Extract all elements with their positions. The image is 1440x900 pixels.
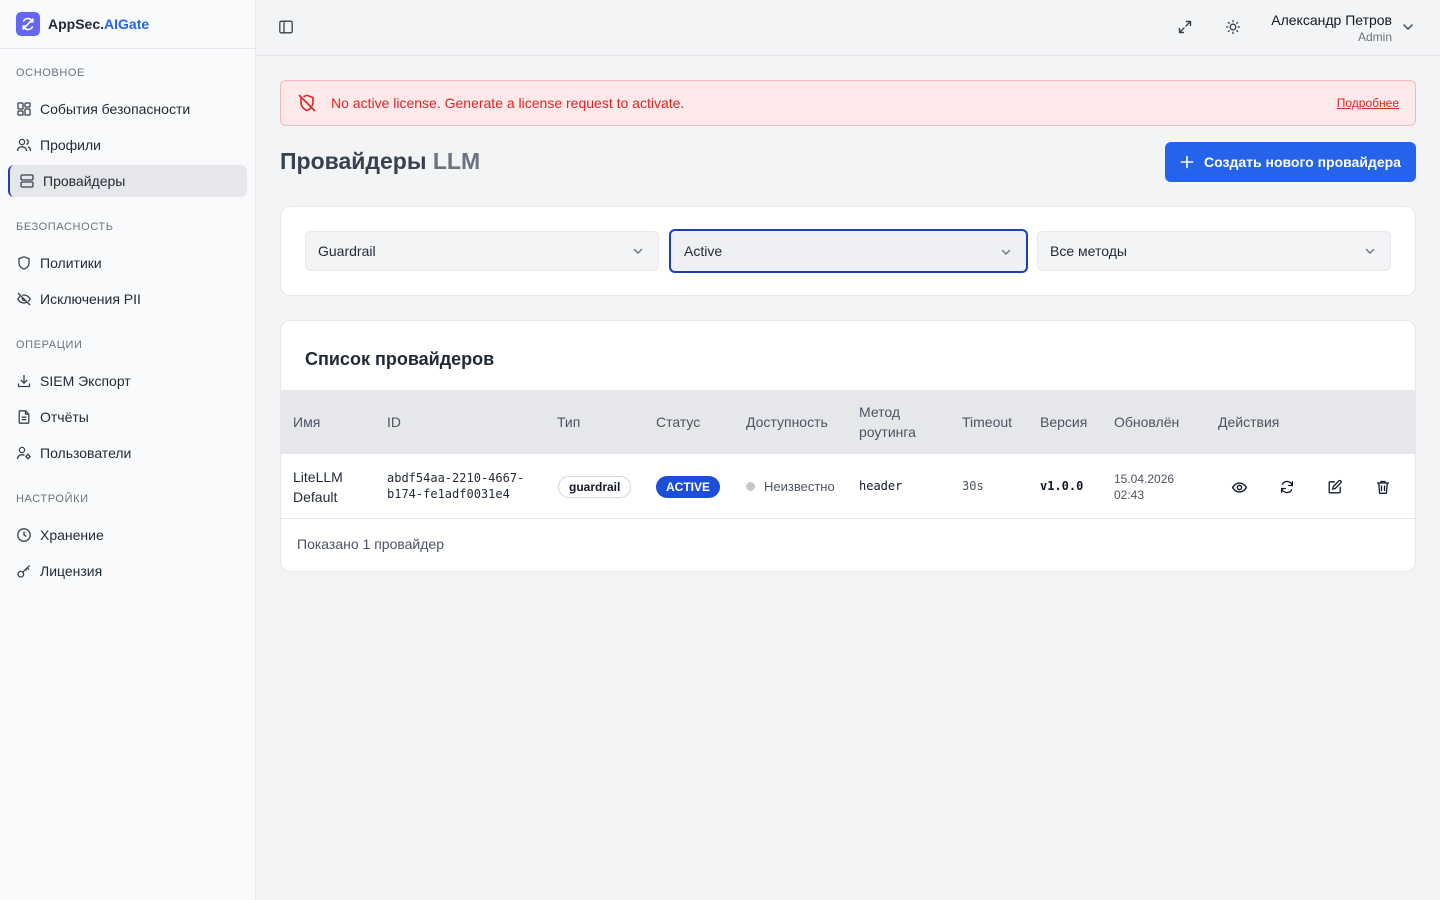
edit-icon[interactable]	[1323, 475, 1347, 499]
clock-icon	[17, 528, 31, 542]
sidebar-item-label: Провайдеры	[43, 173, 126, 189]
sidebar-item-label: События безопасности	[40, 101, 191, 117]
key-icon	[17, 564, 31, 578]
provider-type-badge: guardrail	[558, 476, 632, 498]
column-header-name[interactable]: Имя	[293, 412, 320, 432]
list-footer-count: Показано 1 провайдер	[297, 536, 444, 552]
status-badge: ACTIVE	[656, 476, 721, 498]
column-header-actions: Действия	[1218, 414, 1280, 430]
shield-off-icon	[298, 94, 316, 112]
nav-section-title: ОСНОВНОЕ	[16, 67, 85, 79]
sidebar-item-label: Отчёты	[40, 409, 89, 425]
updated-datetime: 15.04.2026 02:43	[1114, 472, 1175, 502]
fullscreen-icon[interactable]	[1173, 15, 1197, 39]
eye-off-icon	[17, 292, 31, 306]
page-title: Провайдеры LLM	[280, 148, 481, 174]
table-row[interactable]: LiteLLM Default abdf54aa-2210-4667- b174…	[281, 454, 1415, 519]
sidebar-item-security-events[interactable]: События безопасности	[8, 93, 247, 125]
method-filter-select[interactable]: Все методы	[1037, 231, 1391, 271]
nav-section-title: БЕЗОПАСНОСТЬ	[16, 221, 114, 233]
user-role: Admin	[1357, 30, 1392, 44]
create-provider-label: Создать нового провайдера	[1204, 154, 1401, 170]
sidebar-item-pii-exclusions[interactable]: Исключения PII	[8, 283, 247, 315]
sidebar-item-license[interactable]: Лицензия	[8, 555, 247, 587]
users-icon	[16, 138, 32, 152]
brand[interactable]: AppSec.AIGate	[0, 0, 255, 49]
column-header-status[interactable]: Статус	[656, 412, 700, 432]
shield-icon	[18, 256, 30, 270]
nav-section-title: НАСТРОЙКИ	[16, 493, 89, 505]
alert-message: No active license. Generate a license re…	[331, 95, 685, 111]
theme-toggle-sun-icon[interactable]	[1221, 15, 1245, 39]
sidebar-item-users[interactable]: Пользователи	[8, 437, 247, 469]
user-menu[interactable]: Александр Петров Admin	[1271, 11, 1392, 45]
method-filter-value: Все методы	[1050, 243, 1127, 259]
status-filter-value: Active	[684, 243, 723, 259]
sidebar-item-label: Исключения PII	[40, 291, 141, 307]
nav-section-settings: НАСТРОЙКИ Хранение Лицензия	[0, 493, 255, 587]
top-header: Александр Петров Admin	[256, 0, 1440, 56]
brand-logo-icon	[16, 12, 40, 36]
view-eye-icon[interactable]	[1227, 475, 1251, 499]
column-header-availability[interactable]: Доступность	[746, 412, 828, 432]
status-filter-select[interactable]: Active	[669, 229, 1028, 273]
sidebar-item-siem-export[interactable]: SIEM Экспорт	[8, 365, 247, 397]
plus-icon	[1180, 155, 1194, 169]
sidebar-item-label: Хранение	[40, 527, 104, 543]
chevron-down-icon[interactable]	[1396, 15, 1420, 39]
create-provider-button[interactable]: Создать нового провайдера	[1165, 142, 1416, 182]
chevron-down-icon	[1001, 249, 1011, 255]
nav-section-security: БЕЗОПАСНОСТЬ Политики Исключения PII	[0, 221, 255, 315]
table-header: Имя ID Тип Статус Доступность Метод роут…	[281, 390, 1415, 454]
refresh-icon[interactable]	[1275, 475, 1299, 499]
server-icon	[20, 174, 34, 188]
chevron-down-icon	[1365, 248, 1375, 254]
user-name: Александр Петров	[1271, 12, 1392, 28]
sidebar-item-profiles[interactable]: Профили	[8, 129, 247, 161]
provider-id: abdf54aa-2210-4667- b174-fe1adf0031e4	[387, 471, 525, 501]
sidebar: AppSec.AIGate ОСНОВНОЕ События безопасно…	[0, 0, 256, 900]
nav-section-main: ОСНОВНОЕ События безопасности Профили Пр…	[0, 67, 255, 197]
column-header-updated[interactable]: Обновлён	[1114, 412, 1179, 432]
sidebar-item-label: Лицензия	[40, 563, 103, 579]
sidebar-toggle-icon[interactable]	[274, 15, 298, 39]
column-header-routing[interactable]: Метод роутинга	[859, 402, 916, 442]
nav-section-title: ОПЕРАЦИИ	[16, 339, 83, 351]
filters-card: Guardrail Active Все методы	[280, 206, 1416, 296]
user-cog-icon	[16, 446, 31, 460]
sidebar-item-providers[interactable]: Провайдеры	[8, 165, 247, 197]
type-filter-value: Guardrail	[318, 243, 376, 259]
license-alert: No active license. Generate a license re…	[280, 80, 1416, 126]
sidebar-item-label: Профили	[40, 137, 101, 153]
timeout-value: 30s	[962, 479, 984, 493]
sidebar-item-policies[interactable]: Политики	[8, 247, 247, 279]
column-header-version[interactable]: Версия	[1040, 412, 1087, 432]
type-filter-select[interactable]: Guardrail	[305, 231, 659, 271]
download-icon	[17, 375, 31, 388]
sidebar-item-label: SIEM Экспорт	[40, 373, 131, 389]
column-header-type[interactable]: Тип	[557, 412, 580, 432]
file-text-icon	[18, 410, 30, 424]
routing-method: header	[859, 479, 903, 493]
list-title: Список провайдеров	[305, 349, 495, 369]
status-dot-icon	[746, 482, 755, 491]
chevron-down-icon	[633, 248, 643, 254]
sidebar-item-retention[interactable]: Хранение	[8, 519, 247, 551]
delete-trash-icon[interactable]	[1371, 475, 1395, 499]
dashboard-icon	[17, 102, 31, 116]
column-header-id[interactable]: ID	[387, 412, 401, 432]
providers-list-card: Список провайдеров Имя ID Тип Статус Дос…	[280, 320, 1416, 572]
alert-details-link[interactable]: Подробнее	[1337, 96, 1399, 110]
sidebar-item-label: Политики	[40, 255, 102, 271]
sidebar-item-label: Пользователи	[40, 445, 132, 461]
brand-name: AppSec.AIGate	[48, 16, 150, 32]
nav-section-operations: ОПЕРАЦИИ SIEM Экспорт Отчёты Пользовател…	[0, 339, 255, 469]
availability-indicator: Неизвестно	[746, 479, 835, 494]
column-header-timeout[interactable]: Timeout	[962, 412, 1012, 432]
version-value: v1.0.0	[1040, 479, 1084, 493]
provider-name: LiteLLM Default	[293, 469, 343, 505]
availability-text: Неизвестно	[764, 479, 835, 494]
sidebar-item-reports[interactable]: Отчёты	[8, 401, 247, 433]
